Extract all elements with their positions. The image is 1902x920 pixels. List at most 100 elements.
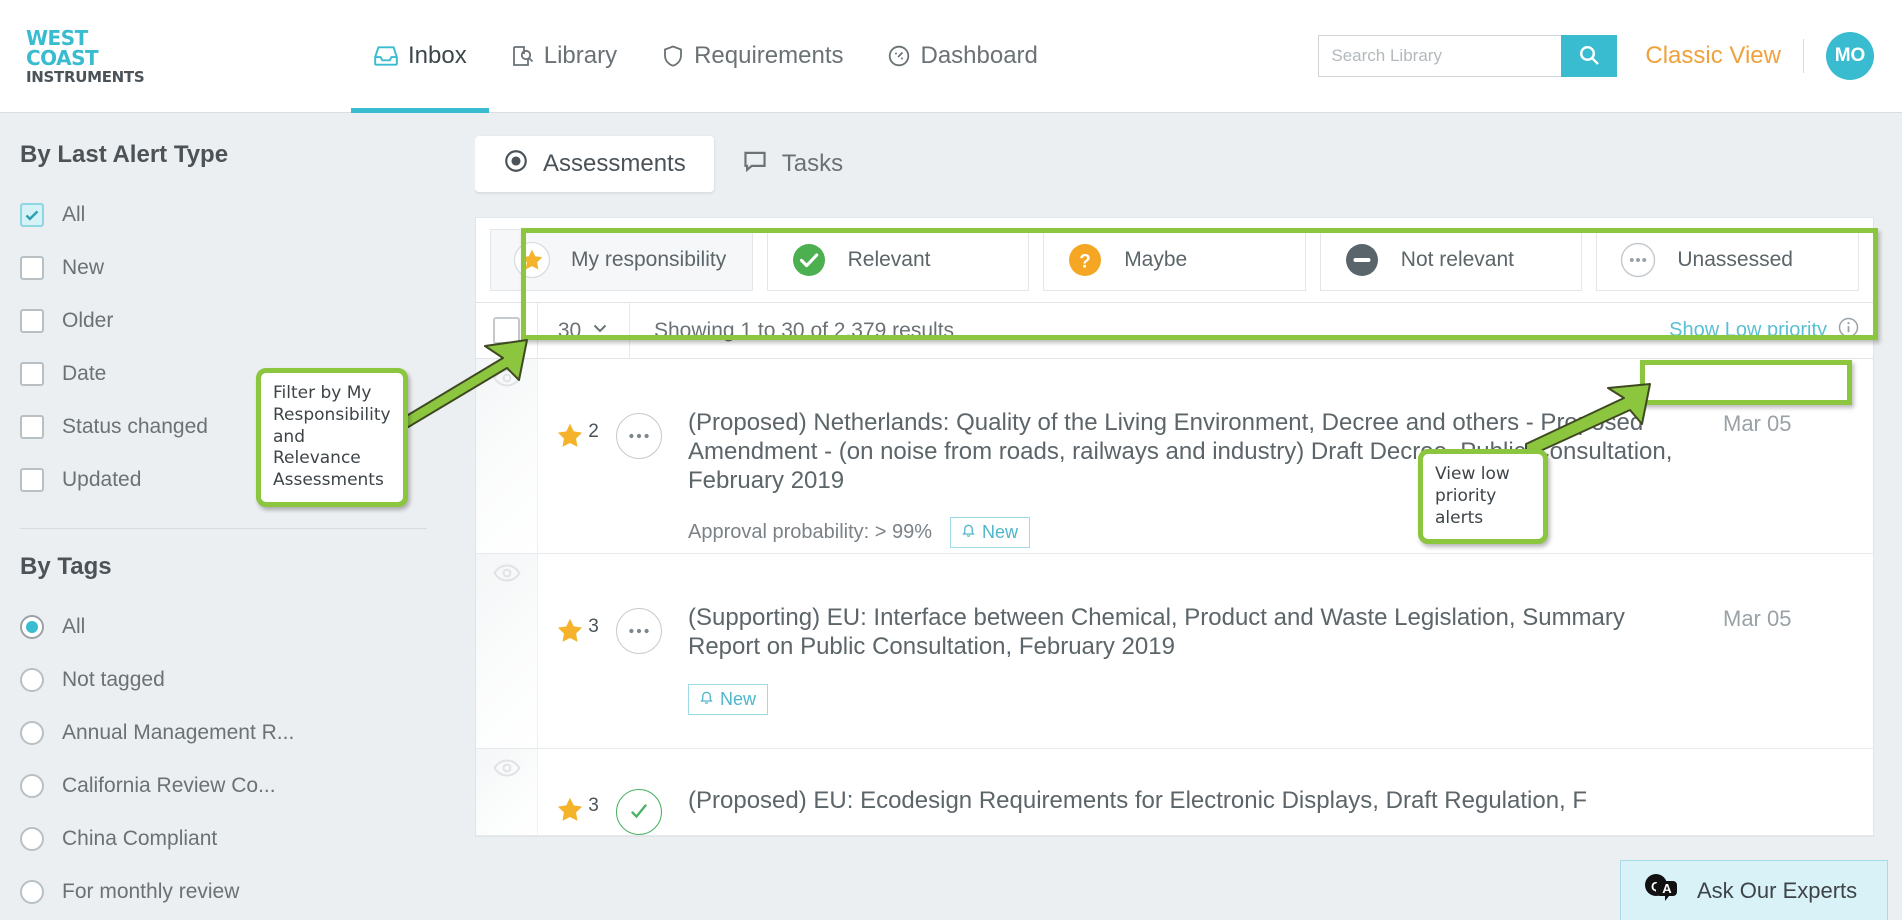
- select-all-checkbox[interactable]: [493, 317, 520, 344]
- tab-assessments-label: Assessments: [543, 150, 686, 178]
- filter-relevant[interactable]: Relevant: [767, 229, 1030, 291]
- brand-logo[interactable]: WEST COAST INSTRUMENTS: [26, 28, 156, 85]
- nav-item-dashboard[interactable]: Dashboard: [865, 0, 1059, 113]
- facet-divider: [20, 528, 427, 529]
- checkbox-icon[interactable]: [20, 203, 44, 227]
- tag-option-annual-management[interactable]: Annual Management R...: [20, 706, 475, 759]
- classic-view-link[interactable]: Classic View: [1645, 42, 1781, 70]
- row-status-action[interactable]: [616, 554, 688, 748]
- ask-our-experts-widget[interactable]: Q A Ask Our Experts: [1620, 860, 1888, 920]
- radio-icon[interactable]: [20, 880, 44, 904]
- table-row[interactable]: 3 (Proposed) EU: Ecodesign Requirements …: [476, 749, 1873, 836]
- row-star-rating[interactable]: 3: [538, 554, 616, 748]
- checkbox-icon[interactable]: [20, 362, 44, 386]
- filter-relevant-label: Relevant: [848, 248, 931, 272]
- ellipsis-circle-icon[interactable]: [616, 608, 662, 654]
- checkbox-icon[interactable]: [20, 415, 44, 439]
- tag-option-china-compliant[interactable]: China Compliant: [20, 812, 475, 865]
- avatar[interactable]: MO: [1826, 32, 1874, 80]
- low-priority-callout-text: View low priority alerts: [1435, 464, 1510, 528]
- nav-item-library[interactable]: Library: [489, 0, 639, 113]
- tab-assessments[interactable]: Assessments: [475, 136, 714, 192]
- eye-icon[interactable]: [493, 369, 521, 392]
- row-title[interactable]: (Supporting) EU: Interface between Chemi…: [688, 604, 1703, 662]
- facet-option-older-label: Older: [62, 309, 113, 333]
- facet-option-older[interactable]: Older: [20, 294, 475, 347]
- row-date: Mar 05: [1723, 359, 1873, 553]
- filter-unassessed[interactable]: Unassessed: [1596, 229, 1859, 291]
- status-badge-label: New: [720, 689, 756, 710]
- status-badge[interactable]: New: [950, 517, 1030, 548]
- facet-title-last-alert-type: By Last Alert Type: [20, 141, 475, 169]
- tag-option-not-tagged[interactable]: Not tagged: [20, 653, 475, 706]
- ellipsis-circle-icon[interactable]: [616, 413, 662, 459]
- page-size-value: 30: [558, 319, 581, 343]
- star-circle-icon: [513, 241, 551, 279]
- select-all-cell[interactable]: [476, 303, 538, 359]
- tab-tasks[interactable]: Tasks: [714, 136, 871, 192]
- nav-item-library-label: Library: [544, 42, 617, 70]
- minus-circle-icon: [1343, 241, 1381, 279]
- radio-icon[interactable]: [20, 721, 44, 745]
- show-low-priority-link[interactable]: Show Low priority: [1669, 303, 1859, 359]
- show-low-priority-label: Show Low priority: [1669, 319, 1827, 342]
- check-circle-icon[interactable]: [616, 789, 662, 835]
- row-status-action[interactable]: [616, 749, 688, 835]
- row-gutter: [476, 554, 538, 748]
- vertical-scrollbar[interactable]: [1888, 113, 1902, 920]
- tag-option-monthly-review[interactable]: For monthly review: [20, 865, 475, 918]
- header-right-group: Classic View MO: [1318, 32, 1874, 80]
- eye-icon[interactable]: [493, 759, 521, 782]
- row-star-rating[interactable]: 2: [538, 359, 616, 553]
- tag-option-annual-management-label: Annual Management R...: [62, 721, 294, 745]
- row-title[interactable]: (Proposed) EU: Ecodesign Requirements fo…: [688, 787, 1703, 816]
- nav-item-requirements[interactable]: Requirements: [639, 0, 865, 113]
- row-content: (Proposed) Netherlands: Quality of the L…: [688, 359, 1723, 553]
- filter-maybe[interactable]: ? Maybe: [1043, 229, 1306, 291]
- checkbox-icon[interactable]: [20, 468, 44, 492]
- row-approval-probability: Approval probability: > 99%: [688, 521, 932, 544]
- table-row[interactable]: 3 (Supporting) EU: Interface between Che…: [476, 554, 1873, 749]
- row-star-count: 3: [588, 795, 599, 817]
- assessment-filter-bar: My responsibility Relevant ?: [475, 217, 1874, 303]
- nav-item-inbox[interactable]: Inbox: [351, 0, 489, 113]
- checkbox-icon[interactable]: [20, 309, 44, 333]
- filters-sidebar: By Last Alert Type All New Older Date: [0, 113, 475, 920]
- svg-text:?: ?: [1079, 252, 1091, 273]
- facet-option-all[interactable]: All: [20, 188, 475, 241]
- filter-not-relevant[interactable]: Not relevant: [1320, 229, 1583, 291]
- page-size-selector[interactable]: 30: [538, 303, 630, 359]
- row-status-action[interactable]: [616, 359, 688, 553]
- checkbox-icon[interactable]: [20, 256, 44, 280]
- radio-icon[interactable]: [20, 774, 44, 798]
- eye-icon[interactable]: [493, 564, 521, 587]
- search-input[interactable]: [1318, 35, 1561, 77]
- filter-maybe-label: Maybe: [1124, 248, 1187, 272]
- nav-item-dashboard-label: Dashboard: [920, 42, 1037, 70]
- tag-option-monthly-review-label: For monthly review: [62, 880, 239, 904]
- facet-option-new[interactable]: New: [20, 241, 475, 294]
- tab-tasks-label: Tasks: [782, 150, 843, 178]
- status-badge[interactable]: New: [688, 684, 768, 715]
- radio-icon[interactable]: [20, 668, 44, 692]
- radio-icon[interactable]: [20, 615, 44, 639]
- row-star-rating[interactable]: 3: [538, 749, 616, 835]
- row-gutter: [476, 359, 538, 553]
- qa-bubble-icon: Q A: [1643, 873, 1683, 908]
- speech-bubble-icon: [742, 148, 768, 181]
- info-icon[interactable]: [1838, 317, 1859, 344]
- table-row[interactable]: 2 (Proposed) Netherlands: Quality of the…: [476, 359, 1873, 554]
- brand-line-2: INSTRUMENTS: [26, 70, 156, 85]
- ellipsis-circle-icon: [1619, 241, 1657, 279]
- row-title[interactable]: (Proposed) Netherlands: Quality of the L…: [688, 409, 1703, 495]
- question-circle-icon: ?: [1066, 241, 1104, 279]
- row-meta: New: [688, 684, 1703, 715]
- filter-my-responsibility[interactable]: My responsibility: [490, 229, 753, 291]
- search-button[interactable]: [1561, 35, 1617, 77]
- nav-item-requirements-label: Requirements: [694, 42, 843, 70]
- shield-icon: [661, 44, 685, 68]
- tag-option-all[interactable]: All: [20, 600, 475, 653]
- tag-option-california-review[interactable]: California Review Co...: [20, 759, 475, 812]
- filter-my-responsibility-label: My responsibility: [571, 248, 726, 272]
- radio-icon[interactable]: [20, 827, 44, 851]
